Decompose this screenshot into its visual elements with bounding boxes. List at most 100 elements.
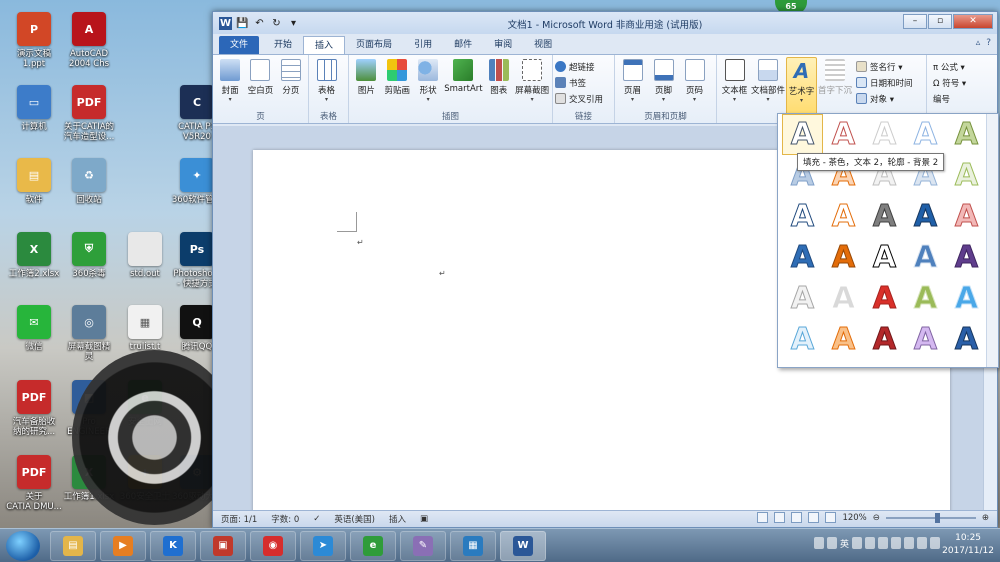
- desktop-icon[interactable]: ▭ 计算机: [3, 85, 65, 132]
- zoom-out-icon[interactable]: ⊖: [873, 513, 880, 523]
- taskbar-app-button[interactable]: K: [150, 530, 196, 561]
- wordart-style-option[interactable]: A: [782, 319, 823, 360]
- wordart-style-option[interactable]: A: [905, 114, 946, 155]
- wordart-style-option[interactable]: A: [782, 237, 823, 278]
- taskbar-app-button[interactable]: ◉: [250, 530, 296, 561]
- desktop-icon[interactable]: ✉ 微信: [3, 305, 65, 352]
- taskbar-app-button[interactable]: e: [350, 530, 396, 561]
- full-screen-view-icon[interactable]: [774, 512, 786, 523]
- tab-7[interactable]: 视图: [523, 36, 563, 54]
- symbol-button[interactable]: Ω 符号 ▾: [933, 76, 966, 89]
- wordart-style-option[interactable]: A: [864, 278, 905, 319]
- taskbar-app-button[interactable]: ➤: [300, 530, 346, 561]
- wordart-style-option[interactable]: A: [946, 155, 987, 196]
- close-button[interactable]: ✕: [953, 14, 993, 29]
- desktop-icon[interactable]: PDF 关于CATIA的 汽车造型设...: [58, 85, 120, 142]
- web-layout-view-icon[interactable]: [791, 512, 803, 523]
- zoom-slider-thumb[interactable]: [935, 512, 941, 523]
- tab-4[interactable]: 引用: [403, 36, 443, 54]
- ime-indicator[interactable]: 英: [840, 537, 849, 550]
- minimize-ribbon-icon[interactable]: ▵: [976, 38, 981, 48]
- title-bar[interactable]: W 💾 ↶ ↻ ▾ 文档1 - Microsoft Word 非商业用途 (试用…: [213, 12, 997, 34]
- wordart-style-option[interactable]: A: [946, 114, 987, 155]
- desktop-icon[interactable]: ▤ 软件: [3, 158, 65, 205]
- cross-reference-button[interactable]: 交叉引用: [555, 92, 603, 105]
- page-count[interactable]: 页面: 1/1: [221, 513, 257, 525]
- clock[interactable]: 10:25 2017/11/12: [942, 532, 994, 558]
- outline-view-icon[interactable]: [808, 512, 820, 523]
- numbering-button[interactable]: 编号: [933, 92, 966, 105]
- zoom-level[interactable]: 120%: [842, 513, 866, 523]
- start-button[interactable]: [6, 530, 40, 561]
- wordart-style-option[interactable]: A: [823, 237, 864, 278]
- print-layout-view-icon[interactable]: [757, 512, 769, 523]
- draft-view-icon[interactable]: [825, 512, 837, 523]
- tray-icon[interactable]: [865, 537, 875, 549]
- word-count[interactable]: 字数: 0: [271, 513, 299, 525]
- macro-record-icon[interactable]: ▣: [420, 514, 428, 524]
- proofing-icon[interactable]: ✓: [313, 514, 320, 524]
- taskbar-app-button[interactable]: ▣: [200, 530, 246, 561]
- tray-icon[interactable]: [852, 537, 862, 549]
- object-button[interactable]: 对象 ▾: [856, 92, 913, 105]
- desktop-icon[interactable]: ♻ 回收站: [58, 158, 120, 205]
- equation-button[interactable]: π 公式 ▾: [933, 60, 966, 73]
- wordart-style-option[interactable]: A: [823, 319, 864, 360]
- tray-icon[interactable]: [891, 537, 901, 549]
- tab-6[interactable]: 审阅: [483, 36, 523, 54]
- desktop-icon[interactable]: A AutoCAD 2004 Chs: [58, 12, 120, 69]
- wordart-style-option[interactable]: A: [946, 319, 987, 360]
- wordart-style-option[interactable]: A: [946, 196, 987, 237]
- taskbar-app-button[interactable]: ▶: [100, 530, 146, 561]
- taskbar-app-button[interactable]: ▦: [450, 530, 496, 561]
- wordart-style-option[interactable]: A: [782, 196, 823, 237]
- wordart-style-option[interactable]: A: [905, 278, 946, 319]
- gallery-scrollbar[interactable]: [986, 114, 998, 367]
- desktop-icon[interactable]: ◎ 屏幕截图精 灵: [58, 305, 120, 362]
- tray-icon[interactable]: [930, 537, 940, 549]
- minimize-button[interactable]: –: [903, 14, 927, 29]
- desktop-icon[interactable]: ⛨ 360杀毒: [58, 232, 120, 279]
- desktop-icon[interactable]: X 工作簿2.xlsx: [3, 232, 65, 279]
- textbox-button[interactable]: 文本框 ▾: [719, 57, 750, 123]
- desktop-icon[interactable]: P 演示文稿 1.ppt: [3, 12, 65, 69]
- wordart-style-option[interactable]: A: [782, 278, 823, 319]
- wordart-style-option[interactable]: A: [823, 278, 864, 319]
- date-time-button[interactable]: 日期和时间: [856, 76, 913, 89]
- tray-icon[interactable]: [813, 537, 824, 549]
- taskbar-app-button[interactable]: ✎: [400, 530, 446, 561]
- desktop-icon[interactable]: PDF 关于 CATIA DMU...: [3, 455, 65, 512]
- zoom-slider[interactable]: [885, 512, 976, 523]
- tab-2[interactable]: 插入: [303, 36, 346, 54]
- hyperlink-button[interactable]: 超链接: [555, 60, 603, 73]
- tray-icon[interactable]: [826, 537, 837, 549]
- volume-icon[interactable]: [917, 537, 927, 549]
- wordart-style-option[interactable]: A: [864, 114, 905, 155]
- wordart-style-option[interactable]: A: [782, 114, 823, 155]
- wordart-style-option[interactable]: A: [864, 319, 905, 360]
- maximize-button[interactable]: ▫: [928, 14, 952, 29]
- tab-1[interactable]: 开始: [263, 36, 303, 54]
- wordart-style-option[interactable]: A: [905, 237, 946, 278]
- tab-3[interactable]: 页面布局: [345, 36, 403, 54]
- tab-5[interactable]: 邮件: [443, 36, 483, 54]
- wordart-style-option[interactable]: A: [823, 196, 864, 237]
- wordart-style-option[interactable]: A: [905, 196, 946, 237]
- tray-icon[interactable]: [878, 537, 888, 549]
- wordart-style-option[interactable]: A: [823, 114, 864, 155]
- wordart-style-option[interactable]: A: [864, 237, 905, 278]
- wordart-style-option[interactable]: A: [864, 196, 905, 237]
- desktop-icon[interactable]: PDF 汽车备胎收 纳的研究...: [3, 380, 65, 437]
- wordart-style-option[interactable]: A: [946, 237, 987, 278]
- network-icon[interactable]: [904, 537, 914, 549]
- taskbar-app-button[interactable]: ▤: [50, 530, 96, 561]
- wordart-style-option[interactable]: A: [946, 278, 987, 319]
- signature-line-button[interactable]: 签名行 ▾: [856, 60, 913, 73]
- wordart-style-option[interactable]: A: [905, 319, 946, 360]
- bookmark-button[interactable]: 书签: [555, 76, 603, 89]
- language-indicator[interactable]: 英语(美国): [334, 513, 375, 525]
- tab-0[interactable]: 文件: [219, 36, 260, 54]
- zoom-in-icon[interactable]: ⊕: [982, 513, 989, 523]
- insert-mode[interactable]: 插入: [389, 513, 406, 525]
- taskbar-app-button[interactable]: W: [500, 530, 546, 561]
